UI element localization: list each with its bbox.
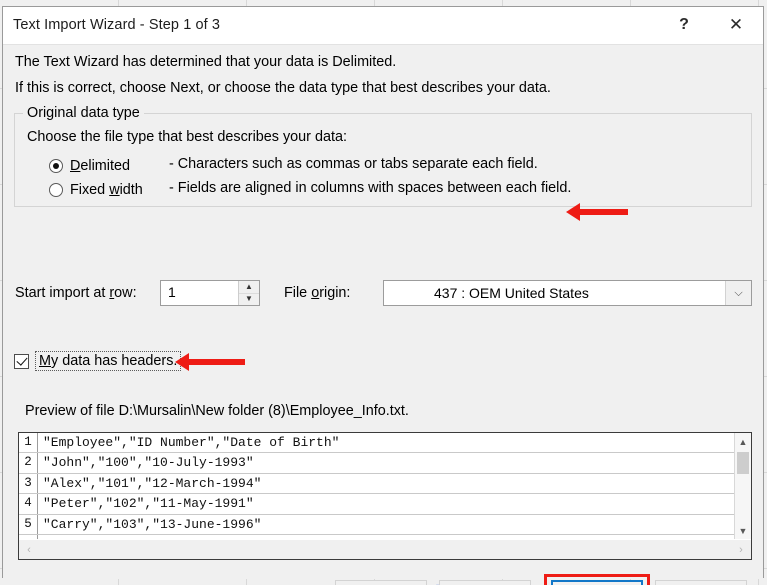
cancel-button[interactable]: Cancel bbox=[335, 580, 427, 585]
text-import-wizard-dialog: Text Import Wizard - Step 1 of 3 ? ✕ The… bbox=[2, 6, 764, 585]
checkbox-indicator[interactable] bbox=[14, 353, 29, 369]
annotation-arrow-delimited bbox=[566, 203, 628, 221]
preview-content: 1 "Employee","ID Number","Date of Birth"… bbox=[19, 433, 734, 539]
finish-button[interactable]: Finish bbox=[655, 580, 747, 585]
preview-vertical-scrollbar[interactable]: ▲ ▼ bbox=[734, 433, 751, 539]
chevron-down-icon[interactable]: ⌵ bbox=[725, 281, 751, 305]
preview-line: 2 "John","100","10-July-1993" bbox=[19, 453, 734, 474]
scroll-up-icon[interactable]: ▲ bbox=[735, 433, 751, 450]
radio-delimited-label: Delimited bbox=[70, 158, 130, 174]
annotation-arrow-headers bbox=[175, 353, 245, 371]
start-import-row-input[interactable]: 1 bbox=[161, 281, 238, 305]
choose-file-type-label: Choose the file type that best describes… bbox=[27, 129, 347, 145]
my-data-has-headers-checkbox[interactable]: My data has headers. bbox=[14, 351, 182, 371]
file-origin-value: 437 : OEM United States bbox=[434, 285, 589, 301]
radio-delimited[interactable]: Delimited bbox=[49, 156, 130, 176]
preview-line-text: "Peter","102","11-May-1991" bbox=[43, 496, 254, 512]
scroll-right-icon[interactable]: › bbox=[732, 540, 750, 559]
dialog-body: The Text Wizard has determined that your… bbox=[3, 45, 763, 585]
radio-fixed-width-indicator[interactable] bbox=[49, 183, 63, 197]
dialog-title: Text Import Wizard - Step 1 of 3 bbox=[13, 17, 221, 33]
arrow-tail bbox=[189, 359, 245, 365]
preview-line: 3 "Alex","101","12-March-1994" bbox=[19, 473, 734, 495]
original-data-type-legend: Original data type bbox=[23, 105, 144, 121]
scroll-down-icon[interactable]: ▼ bbox=[735, 522, 751, 539]
stepper-buttons[interactable]: ▲ ▼ bbox=[238, 281, 259, 305]
checkbox-label: My data has headers. bbox=[35, 351, 182, 371]
start-import-row-stepper[interactable]: 1 ▲ ▼ bbox=[160, 280, 260, 306]
preview-line-number: 2 bbox=[19, 453, 38, 473]
stepper-up-icon[interactable]: ▲ bbox=[239, 281, 259, 294]
screenshot-root: Text Import Wizard - Step 1 of 3 ? ✕ The… bbox=[0, 0, 767, 585]
intro-line-2: If this is correct, choose Next, or choo… bbox=[15, 80, 551, 96]
arrow-head-icon bbox=[566, 203, 580, 221]
radio-delimited-indicator[interactable] bbox=[49, 159, 63, 173]
start-import-row-label: Start import at row: bbox=[15, 285, 137, 301]
preview-line: 5 "Carry","103","13-June-1996" bbox=[19, 514, 734, 535]
scroll-thumb-vertical[interactable] bbox=[737, 452, 749, 474]
back-button[interactable]: < Back bbox=[439, 580, 531, 585]
radio-fixed-width-description: - Fields are aligned in columns with spa… bbox=[169, 180, 572, 196]
preview-line: 1 "Employee","ID Number","Date of Birth" bbox=[19, 433, 734, 454]
preview-file-label: Preview of file D:\Mursalin\New folder (… bbox=[25, 403, 409, 419]
radio-fixed-width-label: Fixed width bbox=[70, 182, 143, 198]
next-button[interactable]: Next > bbox=[551, 580, 643, 585]
file-origin-label: File origin: bbox=[284, 285, 351, 301]
arrow-tail bbox=[580, 209, 628, 215]
scroll-left-icon[interactable]: ‹ bbox=[20, 540, 38, 559]
preview-line-number: 1 bbox=[19, 433, 38, 453]
file-origin-combobox[interactable]: 437 : OEM United States ⌵ bbox=[383, 280, 752, 306]
close-icon[interactable]: ✕ bbox=[713, 7, 759, 43]
preview-line-number: 4 bbox=[19, 494, 38, 514]
preview-line-text: "John","100","10-July-1993" bbox=[43, 455, 254, 471]
preview-horizontal-scrollbar[interactable]: ‹ › bbox=[19, 539, 751, 559]
radio-delimited-description: - Characters such as commas or tabs sepa… bbox=[169, 156, 538, 172]
intro-line-1: The Text Wizard has determined that your… bbox=[15, 54, 397, 70]
help-icon[interactable]: ? bbox=[661, 7, 707, 43]
radio-fixed-width[interactable]: Fixed width bbox=[49, 180, 143, 200]
preview-line: 4 "Peter","102","11-May-1991" bbox=[19, 494, 734, 515]
stepper-down-icon[interactable]: ▼ bbox=[239, 294, 259, 306]
preview-line-text: "Carry","103","13-June-1996" bbox=[43, 516, 262, 532]
dialog-titlebar: Text Import Wizard - Step 1 of 3 ? ✕ bbox=[3, 7, 763, 45]
preview-pane[interactable]: 1 "Employee","ID Number","Date of Birth"… bbox=[18, 432, 752, 560]
arrow-head-icon bbox=[175, 353, 189, 371]
preview-line-text: "Alex","101","12-March-1994" bbox=[43, 475, 262, 491]
preview-line-number: 3 bbox=[19, 473, 38, 494]
preview-line-text: "Employee","ID Number","Date of Birth" bbox=[43, 435, 340, 450]
preview-line-number: 5 bbox=[19, 514, 38, 534]
